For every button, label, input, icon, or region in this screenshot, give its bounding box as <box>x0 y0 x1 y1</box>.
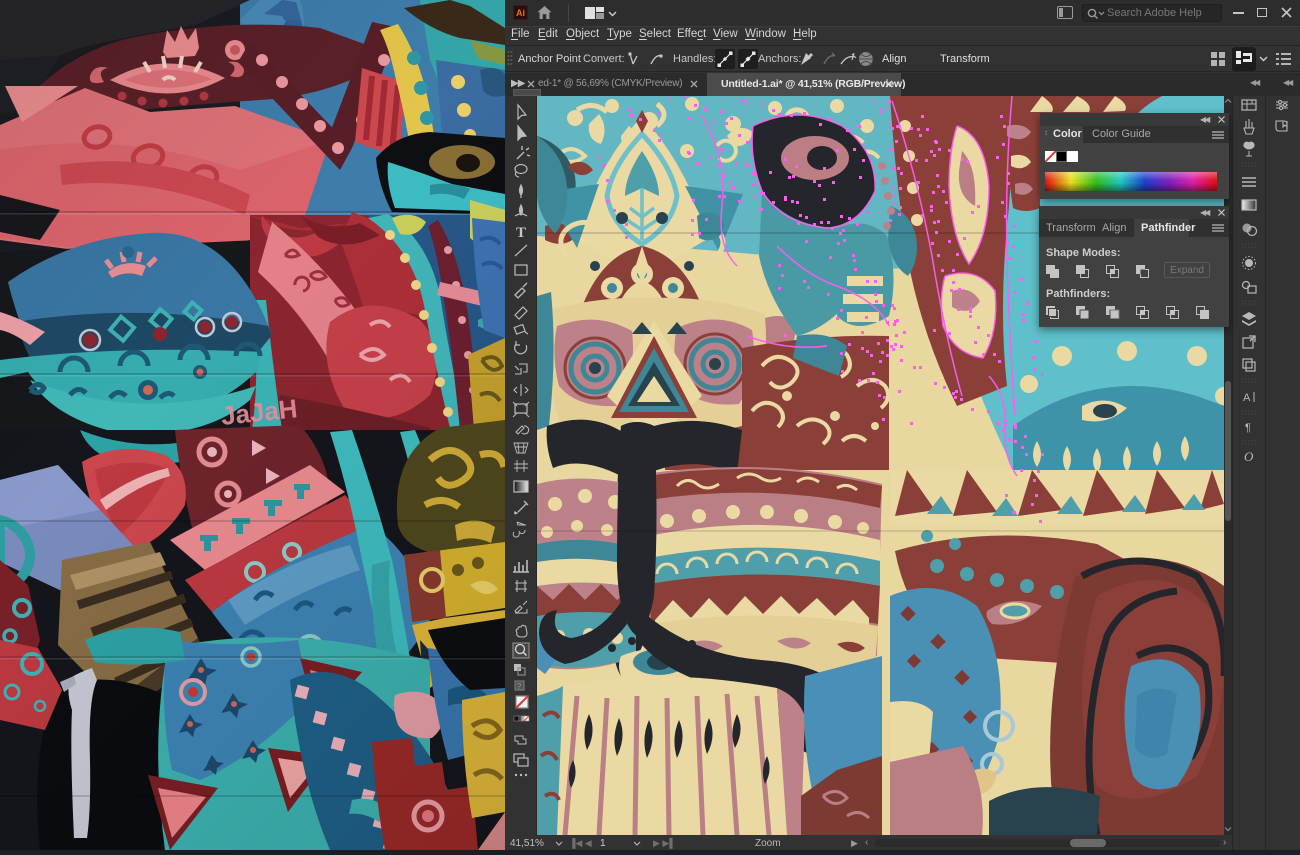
svg-text:?: ? <box>517 682 522 691</box>
svg-text:O: O <box>1244 449 1254 464</box>
svg-text:A: A <box>1243 392 1251 404</box>
svg-text:¶: ¶ <box>1245 422 1251 434</box>
svg-text:T: T <box>516 225 526 241</box>
